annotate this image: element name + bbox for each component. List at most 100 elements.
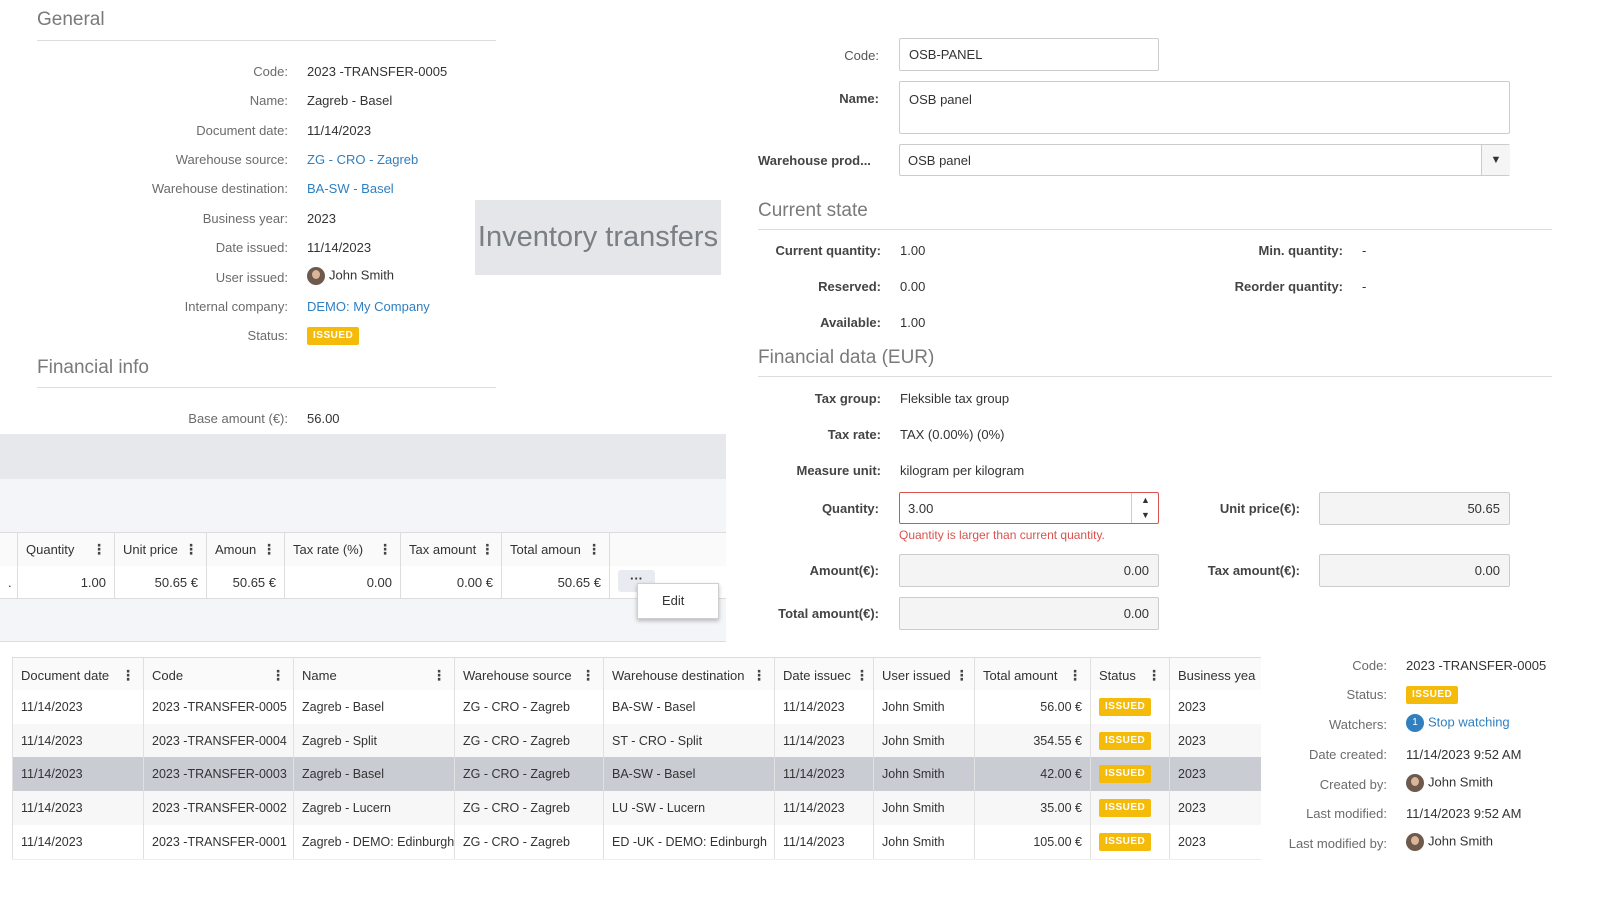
cell-text: 354.55 € <box>1033 734 1082 748</box>
column-header-label: Warehouse source <box>463 667 572 683</box>
column-header-user-issued[interactable]: User issued ⋮ <box>874 658 975 692</box>
table-cell-total-amount: 35.00 € <box>975 791 1091 825</box>
column-menu-icon[interactable]: ⋮ <box>1068 667 1082 684</box>
item-code-input[interactable]: OSB-PANEL <box>899 38 1159 71</box>
column-menu-icon[interactable]: ⋮ <box>855 667 869 684</box>
cell-text: Zagreb - Basel <box>302 700 384 714</box>
column-menu-icon[interactable]: ⋮ <box>92 541 106 558</box>
table-row[interactable]: 11/14/2023 2023 -TRANSFER-0002 Zagreb - Lu… <box>12 791 1261 826</box>
general-section-title: General <box>37 9 105 30</box>
column-header-total-amount[interactable]: Total amount ⋮ <box>975 658 1091 692</box>
warehouse-source-label: Warehouse source: <box>175 152 288 167</box>
column-menu-icon[interactable]: ⋮ <box>271 667 285 684</box>
user-issued-name: John Smith <box>329 267 395 283</box>
table-cell: 50.65 € <box>502 566 610 598</box>
menu-item-edit[interactable]: Edit <box>662 593 684 608</box>
chevron-down-icon[interactable]: ▼ <box>1481 145 1510 175</box>
warehouse-destination-link[interactable]: BA-SW - Basel <box>307 181 394 196</box>
table-cell-status: ISSUED <box>1091 724 1170 758</box>
details-status-value: ISSUED <box>1406 685 1459 704</box>
column-header-tax-rate[interactable]: Tax rate (%) ⋮ <box>285 533 401 566</box>
internal-company-link[interactable]: DEMO: My Company <box>307 299 430 314</box>
items-grid-panel <box>0 479 726 532</box>
table-row[interactable]: 11/14/2023 2023 -TRANSFER-0005 Zagreb - Ba… <box>12 690 1261 725</box>
total-amount-input[interactable]: 0.00 <box>899 597 1159 630</box>
column-header-total-amount[interactable]: Total amoun ⋮ <box>502 533 610 566</box>
table-cell: 50.65 € <box>207 566 285 598</box>
item-code-label: Code: <box>844 48 879 63</box>
measure-unit-value: kilogram per kilogram <box>900 463 1025 478</box>
cell-text: 2023 <box>1178 700 1206 714</box>
warehouse-product-select[interactable]: OSB panel <box>899 144 1510 176</box>
column-header-code[interactable]: Code ⋮ <box>144 658 294 692</box>
column-menu-icon[interactable]: ⋮ <box>587 541 601 558</box>
cell-text: 2023 -TRANSFER-0005 <box>152 700 287 714</box>
column-menu-icon[interactable]: ⋮ <box>262 541 276 558</box>
item-name-label: Name: <box>839 91 879 106</box>
amount-input[interactable]: 0.00 <box>899 554 1159 587</box>
column-header-label: Code <box>152 667 184 683</box>
financial-data-divider <box>758 376 1552 377</box>
column-header-business-year[interactable]: Business yea <box>1170 658 1261 692</box>
table-cell-user-issued: John Smith <box>874 791 975 825</box>
measure-unit-label: Measure unit: <box>796 463 881 478</box>
column-menu-icon[interactable]: ⋮ <box>121 667 135 684</box>
column-header-quantity[interactable]: Quantity ⋮ <box>18 533 115 566</box>
cell-text: John Smith <box>882 734 945 748</box>
unit-price-input[interactable]: 50.65 <box>1319 492 1510 525</box>
cell-text: ZG - CRO - Zagreb <box>463 835 570 849</box>
column-menu-icon[interactable]: ⋮ <box>480 541 494 558</box>
current-quantity-label: Current quantity: <box>775 243 881 258</box>
tax-amount-input[interactable]: 0.00 <box>1319 554 1510 587</box>
column-menu-icon[interactable]: ⋮ <box>0 533 18 566</box>
table-cell-date-issued: 11/14/2023 <box>775 791 874 825</box>
warehouse-source-link[interactable]: ZG - CRO - Zagreb <box>307 152 418 167</box>
current-state-title: Current state <box>758 200 868 221</box>
column-header-status[interactable]: Status ⋮ <box>1091 658 1170 692</box>
column-menu-icon[interactable]: ⋮ <box>955 667 969 684</box>
column-header-warehouse-source[interactable]: Warehouse source ⋮ <box>455 658 604 692</box>
column-menu-icon[interactable]: ⋮ <box>378 541 392 558</box>
unit-price-label: Unit price(€): <box>1219 501 1300 516</box>
table-row[interactable]: 11/14/2023 2023 -TRANSFER-0001 Zagreb - DE… <box>12 825 1261 860</box>
table-cell: 50.65 € <box>115 566 207 598</box>
financial-data-title: Financial data (EUR) <box>758 347 935 368</box>
quantity-input[interactable]: 3.00 <box>899 492 1159 524</box>
tax-group-value: Fleksible tax group <box>900 391 1010 406</box>
table-row[interactable]: 11/14/2023 2023 -TRANSFER-0004 Zagreb - Sp… <box>12 724 1261 759</box>
spinner-up-icon[interactable]: ▲ <box>1132 493 1159 508</box>
column-header-document-date[interactable]: Document date ⋮ <box>12 658 144 692</box>
column-menu-icon[interactable]: ⋮ <box>752 667 766 684</box>
warehouse-product-selected: OSB panel <box>908 152 971 168</box>
table-cell-name: Zagreb - Lucern <box>294 791 455 825</box>
watchers-label: Watchers: <box>1328 717 1387 732</box>
last-modified-by-label: Last modified by: <box>1288 836 1387 851</box>
column-header-label: Total amount <box>983 667 1058 683</box>
item-name-textarea[interactable]: OSB panel <box>899 81 1510 134</box>
current-quantity-value: 1.00 <box>900 243 926 258</box>
column-header-tax-amount[interactable]: Tax amount ⋮ <box>401 533 502 566</box>
cell-text: BA-SW - Basel <box>612 767 696 781</box>
date-issued-label: Date issued: <box>215 240 288 255</box>
column-header-amount[interactable]: Amoun ⋮ <box>207 533 285 566</box>
column-menu-icon[interactable]: ⋮ <box>581 667 595 684</box>
column-menu-icon[interactable]: ⋮ <box>432 667 446 684</box>
spinner-down-icon[interactable]: ▼ <box>1132 508 1159 523</box>
table-cell-business-year: 2023 <box>1170 690 1261 724</box>
details-code-value: 2023 -TRANSFER-0005 <box>1406 658 1547 673</box>
table-cell-status: ISSUED <box>1091 825 1170 859</box>
stop-watching-link[interactable]: Stop watching <box>1428 714 1510 729</box>
created-by-name: John Smith <box>1428 774 1494 790</box>
column-menu-icon[interactable]: ⋮ <box>184 541 198 558</box>
internal-company-label: Internal company: <box>184 299 288 314</box>
column-header-warehouse-destination[interactable]: Warehouse destination ⋮ <box>604 658 775 692</box>
column-header-name[interactable]: Name ⋮ <box>294 658 455 692</box>
cell-text: 2023 -TRANSFER-0003 <box>152 767 287 781</box>
status-badge: ISSUED <box>307 327 360 345</box>
table-cell-business-year: 2023 <box>1170 791 1261 825</box>
column-header-date-issued[interactable]: Date issuec ⋮ <box>775 658 874 692</box>
table-row[interactable]: 11/14/2023 2023 -TRANSFER-0003 Zagreb - Ba… <box>12 757 1261 792</box>
quantity-spinner[interactable]: ▲ ▼ <box>1131 493 1159 523</box>
column-header-unit-price[interactable]: Unit price ⋮ <box>115 533 207 566</box>
column-menu-icon[interactable]: ⋮ <box>1147 667 1161 684</box>
